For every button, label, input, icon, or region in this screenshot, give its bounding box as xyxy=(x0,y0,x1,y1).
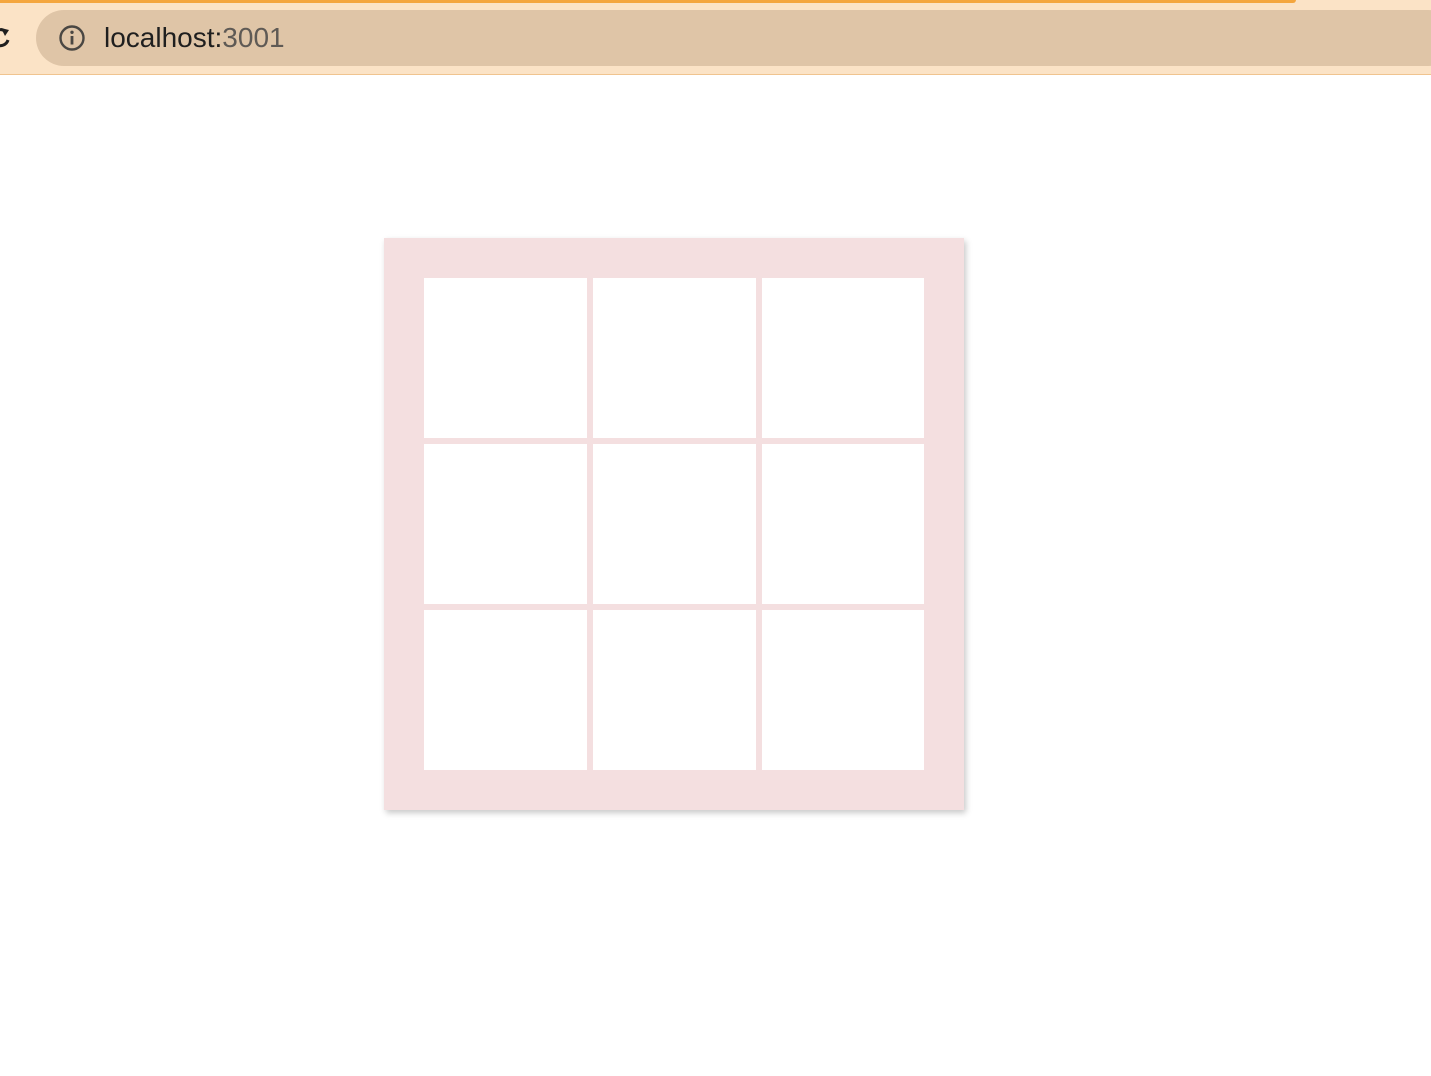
board-cell-6[interactable] xyxy=(762,444,924,604)
board-cell-3[interactable] xyxy=(762,278,924,438)
board-cell-7[interactable] xyxy=(424,610,587,770)
reload-icon[interactable] xyxy=(0,24,14,52)
info-icon[interactable] xyxy=(58,24,86,52)
browser-toolbar: localhost:3001 xyxy=(0,0,1431,75)
board-cell-8[interactable] xyxy=(593,610,756,770)
url-port: 3001 xyxy=(222,22,285,53)
board-cell-1[interactable] xyxy=(424,278,587,438)
board-cell-2[interactable] xyxy=(593,278,756,438)
url-host: localhost: xyxy=(104,22,223,53)
board-cell-5[interactable] xyxy=(593,444,756,604)
tab-accent-bar xyxy=(0,0,1296,3)
game-board xyxy=(424,278,924,770)
game-board-frame xyxy=(384,238,964,810)
address-url[interactable]: localhost:3001 xyxy=(104,20,285,56)
board-cell-9[interactable] xyxy=(762,610,924,770)
board-cell-4[interactable] xyxy=(424,444,587,604)
